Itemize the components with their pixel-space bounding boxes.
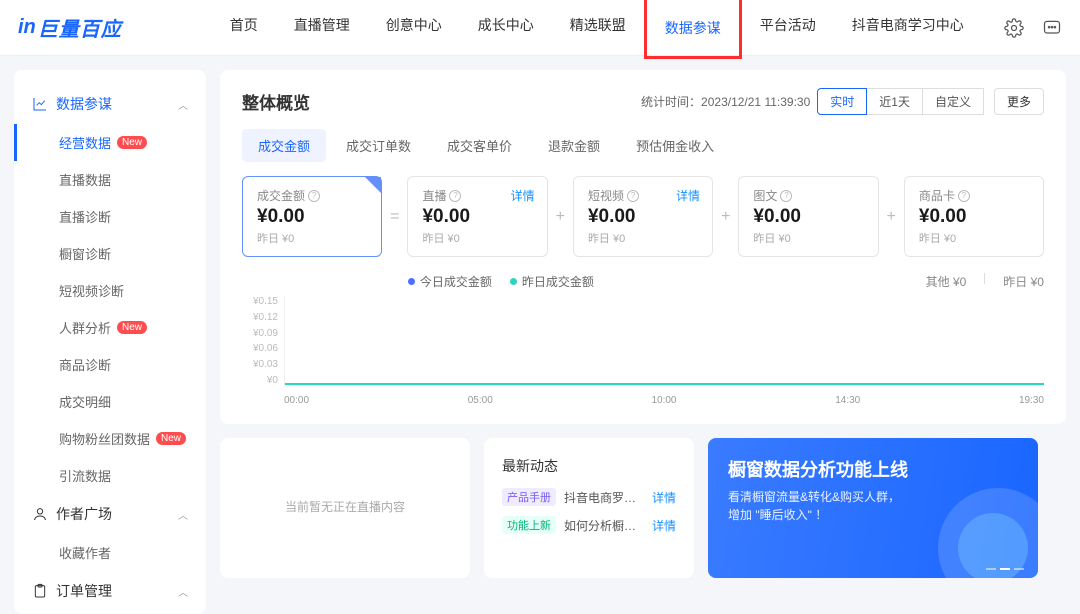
plus-icon: + bbox=[719, 208, 732, 226]
time-btn-custom[interactable]: 自定义 bbox=[922, 88, 984, 115]
sidebar-item-video-diag[interactable]: 短视频诊断 bbox=[14, 272, 206, 309]
bottom-row: 当前暂无正在直播内容 最新动态 产品手册 抖音电商罗盘最全最… 详情 功能上新 … bbox=[220, 438, 1066, 578]
time-range-group: 实时 近1天 自定义 bbox=[818, 88, 984, 115]
detail-link-video[interactable]: 详情 bbox=[676, 187, 700, 204]
chevron-up-icon: ︿ bbox=[178, 584, 188, 599]
time-btn-1day[interactable]: 近1天 bbox=[866, 88, 923, 115]
news-item: 产品手册 抖音电商罗盘最全最… 详情 bbox=[502, 488, 676, 506]
promo-title: 橱窗数据分析功能上线 bbox=[728, 456, 1018, 482]
news-card: 最新动态 产品手册 抖音电商罗盘最全最… 详情 功能上新 如何分析橱窗数据，… … bbox=[484, 438, 694, 578]
sidebar-item-window-diag[interactable]: 橱窗诊断 bbox=[14, 235, 206, 272]
chevron-up-icon: ︿ bbox=[178, 507, 188, 522]
logo[interactable]: in 巨量百应 bbox=[18, 13, 122, 42]
chart-icon bbox=[32, 96, 48, 112]
series-line bbox=[285, 383, 1044, 385]
help-icon[interactable]: ? bbox=[780, 190, 792, 202]
tab-aov[interactable]: 成交客单价 bbox=[431, 129, 528, 162]
news-detail-link[interactable]: 详情 bbox=[652, 517, 676, 534]
carousel-dots[interactable] bbox=[986, 568, 1024, 570]
empty-live-text: 当前暂无正在直播内容 bbox=[238, 456, 452, 556]
news-detail-link[interactable]: 详情 bbox=[652, 489, 676, 506]
nav-data-advisor[interactable]: 数据参谋 bbox=[644, 0, 742, 59]
card-video[interactable]: 详情 短视频? ¥0.00 昨日 ¥0 bbox=[573, 176, 713, 257]
chart-legend: 今日成交金额 昨日成交金额 其他 ¥0 昨日 ¥0 bbox=[242, 273, 1044, 290]
sidebar-item-fav-author[interactable]: 收藏作者 bbox=[14, 534, 206, 571]
tab-gmv[interactable]: 成交金额 bbox=[242, 129, 326, 162]
card-product-card[interactable]: 商品卡? ¥0.00 昨日 ¥0 bbox=[904, 176, 1044, 257]
news-item: 功能上新 如何分析橱窗数据，… 详情 bbox=[502, 516, 676, 534]
sidebar-item-deal-detail[interactable]: 成交明细 bbox=[14, 383, 206, 420]
more-button[interactable]: 更多 bbox=[994, 88, 1044, 115]
legend-yesterday: 昨日成交金额 bbox=[510, 273, 594, 290]
live-now-card: 当前暂无正在直播内容 bbox=[220, 438, 470, 578]
header-actions bbox=[1004, 18, 1062, 38]
tab-refund[interactable]: 退款金额 bbox=[532, 129, 616, 162]
logo-text: 巨量百应 bbox=[38, 13, 122, 42]
nav-home[interactable]: 首页 bbox=[212, 0, 276, 59]
time-btn-realtime[interactable]: 实时 bbox=[817, 88, 867, 115]
nav-creative[interactable]: 创意中心 bbox=[368, 0, 460, 59]
detail-link-live[interactable]: 详情 bbox=[511, 187, 535, 204]
top-nav: 首页 直播管理 创意中心 成长中心 精选联盟 数据参谋 平台活动 抖音电商学习中… bbox=[212, 0, 982, 59]
message-icon[interactable] bbox=[1042, 18, 1062, 38]
sidebar-item-live-diag[interactable]: 直播诊断 bbox=[14, 198, 206, 235]
plot-area bbox=[284, 296, 1044, 386]
sidebar-group-data-advisor[interactable]: 数据参谋 ︿ bbox=[14, 84, 206, 124]
nav-live-manage[interactable]: 直播管理 bbox=[276, 0, 368, 59]
card-image-text[interactable]: 图文? ¥0.00 昨日 ¥0 bbox=[738, 176, 878, 257]
metric-cards: 成交金额? ¥0.00 昨日 ¥0 = 详情 直播? ¥0.00 昨日 ¥0 +… bbox=[242, 176, 1044, 257]
x-axis: 00:00 05:00 10:00 14:30 19:30 bbox=[284, 391, 1044, 406]
nav-learning[interactable]: 抖音电商学习中心 bbox=[834, 0, 982, 59]
sidebar-item-product-diag[interactable]: 商品诊断 bbox=[14, 346, 206, 383]
help-icon[interactable]: ? bbox=[308, 190, 320, 202]
equals-icon: = bbox=[388, 208, 401, 226]
sidebar-group-author-plaza[interactable]: 作者广场 ︿ bbox=[14, 494, 206, 534]
plus-icon: + bbox=[554, 208, 567, 226]
news-tag-manual: 产品手册 bbox=[502, 488, 556, 506]
legend-other: 其他 ¥0 bbox=[926, 273, 967, 290]
sidebar-item-live-data[interactable]: 直播数据 bbox=[14, 161, 206, 198]
tab-commission[interactable]: 预估佣金收入 bbox=[620, 129, 730, 162]
page-title: 整体概览 bbox=[242, 89, 310, 114]
stat-time: 统计时间：2023/12/21 11:39:30 bbox=[641, 93, 810, 110]
sidebar-item-traffic-data[interactable]: 引流数据 bbox=[14, 457, 206, 494]
plus-icon: + bbox=[885, 208, 898, 226]
main-content: 整体概览 统计时间：2023/12/21 11:39:30 实时 近1天 自定义… bbox=[206, 56, 1080, 614]
help-icon[interactable]: ? bbox=[627, 190, 639, 202]
overview-panel: 整体概览 统计时间：2023/12/21 11:39:30 实时 近1天 自定义… bbox=[220, 70, 1066, 424]
gear-icon[interactable] bbox=[1004, 18, 1024, 38]
user-icon bbox=[32, 506, 48, 522]
sidebar-item-business-data[interactable]: 经营数据New bbox=[14, 124, 206, 161]
legend-today: 今日成交金额 bbox=[408, 273, 492, 290]
nav-growth[interactable]: 成长中心 bbox=[460, 0, 552, 59]
sidebar-item-fans-data[interactable]: 购物粉丝团数据New bbox=[14, 420, 206, 457]
news-title: 最新动态 bbox=[502, 456, 676, 476]
card-live[interactable]: 详情 直播? ¥0.00 昨日 ¥0 bbox=[407, 176, 547, 257]
y-axis: ¥0.15 ¥0.12 ¥0.09 ¥0.06 ¥0.03 ¥0 bbox=[242, 296, 284, 386]
logo-prefix: in bbox=[18, 16, 36, 39]
chevron-up-icon: ︿ bbox=[178, 97, 188, 112]
tab-orders[interactable]: 成交订单数 bbox=[330, 129, 427, 162]
metric-tabs: 成交金额 成交订单数 成交客单价 退款金额 预估佣金收入 bbox=[242, 129, 1044, 162]
news-tag-feature: 功能上新 bbox=[502, 516, 556, 534]
sidebar-group-order-manage[interactable]: 订单管理 ︿ bbox=[14, 571, 206, 611]
clipboard-icon bbox=[32, 583, 48, 599]
card-total-gmv[interactable]: 成交金额? ¥0.00 昨日 ¥0 bbox=[242, 176, 382, 257]
nav-alliance[interactable]: 精选联盟 bbox=[552, 0, 644, 59]
nav-activities[interactable]: 平台活动 bbox=[742, 0, 834, 59]
line-chart: ¥0.15 ¥0.12 ¥0.09 ¥0.06 ¥0.03 ¥0 00:00 0… bbox=[242, 296, 1044, 406]
sidebar-item-crowd-analysis[interactable]: 人群分析New bbox=[14, 309, 206, 346]
header: in 巨量百应 首页 直播管理 创意中心 成长中心 精选联盟 数据参谋 平台活动… bbox=[0, 0, 1080, 56]
legend-yest: 昨日 ¥0 bbox=[1003, 273, 1044, 290]
sidebar: 数据参谋 ︿ 经营数据New 直播数据 直播诊断 橱窗诊断 短视频诊断 人群分析… bbox=[14, 70, 206, 614]
help-icon[interactable]: ? bbox=[449, 190, 461, 202]
promo-banner[interactable]: 橱窗数据分析功能上线 看清橱窗流量&转化&购买人群，增加 "睡后收入" ！ bbox=[708, 438, 1038, 578]
help-icon[interactable]: ? bbox=[958, 190, 970, 202]
